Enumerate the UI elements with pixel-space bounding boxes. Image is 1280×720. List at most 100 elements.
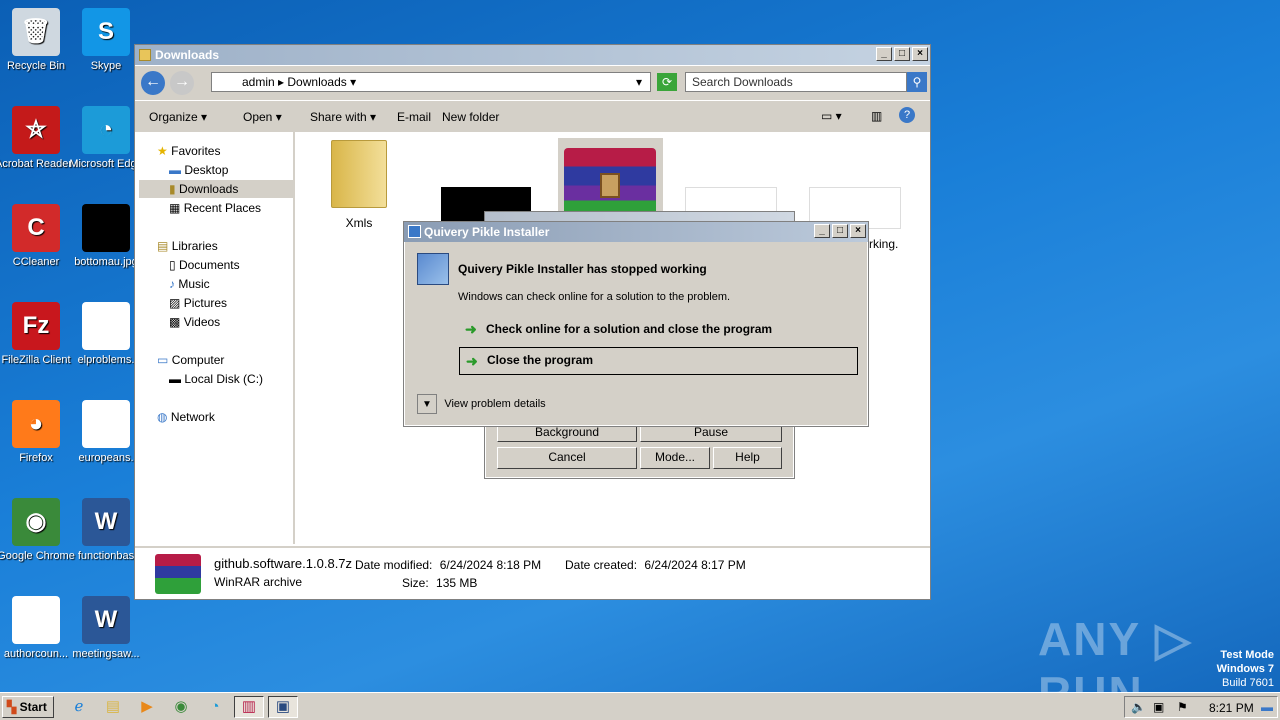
- pictures-icon: ▨: [169, 296, 181, 310]
- desktop-icon-14[interactable]: Wmeetingsaw...: [65, 596, 147, 661]
- nav-desktop[interactable]: ▬ Desktop: [169, 163, 228, 177]
- details-created: Date created: 6/24/2024 8:17 PM: [565, 558, 746, 572]
- desktop-item-icon: ◔: [82, 106, 130, 154]
- network-icon: ◍: [157, 410, 168, 424]
- details-modified: Date modified: 6/24/2024 8:18 PM: [355, 558, 542, 572]
- view-details-toggle[interactable]: ▼ View problem details: [417, 393, 546, 414]
- desktop-icon: ▬: [169, 163, 181, 177]
- explorer-toolbar: Organize ▾ Open ▾ Share with ▾ E-mail Ne…: [135, 100, 930, 132]
- chrome-icon[interactable]: ◉: [169, 697, 193, 717]
- nav-local-disk[interactable]: ▬ Local Disk (C:): [169, 372, 263, 386]
- address-dropdown-icon[interactable]: ▾: [636, 73, 642, 91]
- toolbar-open[interactable]: Open ▾: [225, 110, 282, 124]
- crash-subtext: Windows can check online for a solution …: [458, 291, 731, 303]
- desktop-item-icon: S: [82, 8, 130, 56]
- breadcrumb-admin[interactable]: admin: [242, 75, 275, 89]
- nav-computer[interactable]: ▭ Computer: [157, 353, 224, 367]
- winrar-task-icon[interactable]: ▥: [234, 696, 264, 718]
- explorer-titlebar[interactable]: Downloads _ □ ×: [135, 45, 930, 65]
- back-button[interactable]: ←: [141, 71, 165, 95]
- installer-icon: [408, 225, 421, 238]
- details-winrar-icon: [155, 554, 201, 594]
- search-icon[interactable]: ⚲: [907, 72, 927, 92]
- chevron-down-icon: ▼: [417, 394, 437, 414]
- taskbar: ▚ Start ℯ ▤ ▶ ◉ ◔ ▥ ▣ 🔈 ▣ ⚑ 8:21 PM ▬: [0, 692, 1280, 720]
- green-arrow-icon: ➜: [466, 353, 478, 369]
- explorer-icon[interactable]: ▤: [101, 697, 125, 717]
- desktop-item-icon: W: [82, 498, 130, 546]
- desktop-item-icon: [82, 400, 130, 448]
- desktop-item-icon: W: [82, 596, 130, 644]
- edge-icon[interactable]: ◔: [203, 697, 227, 717]
- desktop-icon-label: meetingsaw...: [72, 648, 140, 660]
- toolbar-organize[interactable]: Organize ▾: [149, 110, 207, 124]
- ie-icon[interactable]: ℯ: [67, 697, 91, 717]
- nav-downloads[interactable]: ▮ Downloads: [139, 180, 293, 198]
- desktop-item-icon: [82, 302, 130, 350]
- toolbar-email[interactable]: E-mail: [397, 110, 431, 124]
- videos-icon: ▩: [169, 315, 181, 329]
- breadcrumb-downloads[interactable]: Downloads: [287, 75, 346, 89]
- navigation-pane: ★ Favorites ▬ Desktop ▮ Downloads ▦ Rece…: [135, 132, 295, 544]
- details-filename: github.software.1.0.8.7z: [214, 556, 353, 571]
- close-button[interactable]: ×: [912, 47, 928, 61]
- volume-icon[interactable]: 🔈: [1131, 700, 1146, 714]
- search-input[interactable]: Search Downloads: [685, 72, 907, 92]
- help-icon[interactable]: ?: [899, 107, 915, 123]
- toolbar-share-with[interactable]: Share with ▾: [310, 110, 376, 124]
- address-bar[interactable]: admin ▸ Downloads ▾ ▾: [211, 72, 651, 92]
- desktop-item-icon: C: [12, 204, 60, 252]
- test-mode-text: Test Mode Windows 7 Build 7601: [1216, 649, 1274, 689]
- nav-videos[interactable]: ▩ Videos: [169, 315, 220, 329]
- minimize-button[interactable]: _: [876, 47, 892, 61]
- details-filetype: WinRAR archive: [214, 575, 303, 589]
- network-tray-icon[interactable]: ▣: [1153, 700, 1164, 714]
- nav-recent-places[interactable]: ▦ Recent Places: [169, 201, 261, 215]
- details-pane: github.software.1.0.8.7z WinRAR archive …: [135, 546, 930, 599]
- desktop-item-icon: ◕: [12, 400, 60, 448]
- nav-favorites[interactable]: ★ Favorites: [157, 144, 220, 158]
- details-size: Size: 135 MB: [402, 576, 478, 590]
- green-arrow-icon: ➜: [465, 321, 477, 337]
- crash-maximize-button[interactable]: □: [832, 224, 848, 238]
- desktop-item-icon: 🗑: [12, 8, 60, 56]
- app-error-icon: [417, 253, 449, 285]
- clock[interactable]: 8:21 PM: [1209, 701, 1254, 715]
- rar-cancel-button[interactable]: Cancel: [497, 447, 637, 469]
- start-button[interactable]: ▚ Start: [2, 696, 54, 718]
- flag-icon[interactable]: ⚑: [1177, 700, 1188, 714]
- nav-network[interactable]: ◍ Network: [157, 410, 215, 424]
- nav-documents[interactable]: ▯ Documents: [169, 258, 240, 272]
- nav-pictures[interactable]: ▨ Pictures: [169, 296, 227, 310]
- close-program-option[interactable]: ➜ Close the program: [459, 347, 858, 375]
- folder-icon: [139, 49, 151, 61]
- rar-help-button[interactable]: Help: [713, 447, 782, 469]
- downloads-icon: ▮: [169, 182, 176, 196]
- crash-minimize-button[interactable]: _: [814, 224, 830, 238]
- crash-dialog: Quivery Pikle Installer _ □ × Quivery Pi…: [403, 221, 869, 427]
- show-desktop-icon[interactable]: ▬: [1261, 700, 1273, 714]
- preview-pane-icon[interactable]: ▥: [871, 109, 882, 123]
- nav-libraries[interactable]: ▤ Libraries: [157, 239, 218, 253]
- installer-task-icon[interactable]: ▣: [268, 696, 298, 718]
- explorer-title: Downloads: [155, 48, 220, 62]
- file-item-document-2-label: rking.: [869, 237, 899, 251]
- check-online-option[interactable]: ➜ Check online for a solution and close …: [459, 318, 858, 340]
- desktop-item-icon: [12, 596, 60, 644]
- crash-close-button[interactable]: ×: [850, 224, 866, 238]
- maximize-button[interactable]: □: [894, 47, 910, 61]
- system-tray: 🔈 ▣ ⚑ 8:21 PM ▬: [1124, 696, 1278, 718]
- forward-button[interactable]: →: [170, 71, 194, 95]
- file-item-folder[interactable]: Xmls: [319, 140, 399, 230]
- toolbar-new-folder[interactable]: New folder: [442, 110, 499, 124]
- rar-mode-button[interactable]: Mode...: [640, 447, 710, 469]
- recent-places-icon: ▦: [169, 201, 181, 215]
- libraries-icon: ▤: [157, 239, 169, 253]
- nav-music[interactable]: ♪ Music: [169, 277, 210, 291]
- refresh-icon[interactable]: ⟳: [657, 73, 677, 91]
- folder-icon: [331, 140, 387, 208]
- desktop-item-icon: ◉: [12, 498, 60, 546]
- media-player-icon[interactable]: ▶: [135, 697, 159, 717]
- view-options-icon[interactable]: ▭ ▾: [821, 109, 842, 123]
- crash-dialog-titlebar[interactable]: Quivery Pikle Installer _ □ ×: [404, 222, 868, 242]
